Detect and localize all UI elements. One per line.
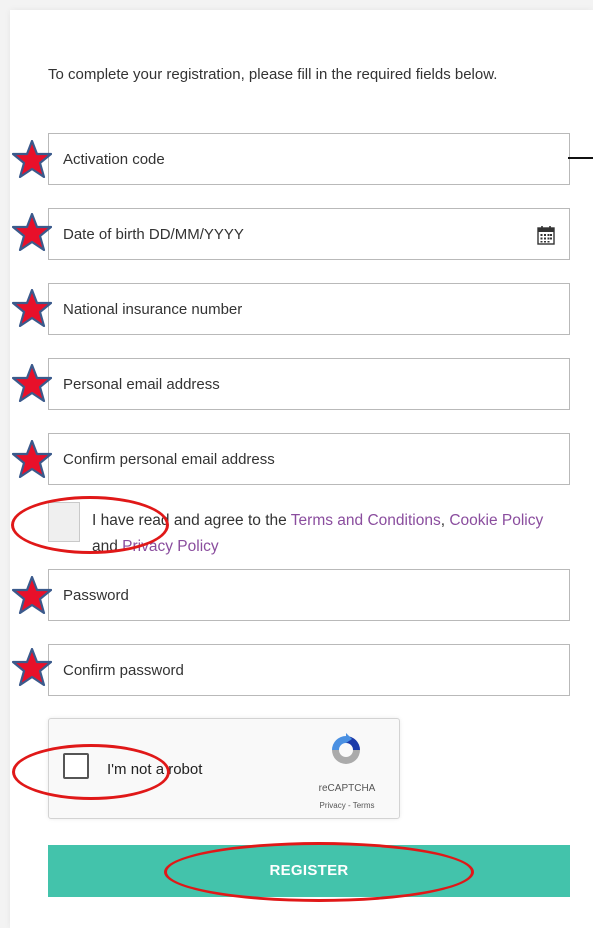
required-star-icon xyxy=(12,213,52,251)
email-field[interactable] xyxy=(48,358,570,410)
national-insurance-input[interactable] xyxy=(49,283,569,335)
terms-link[interactable]: Terms and Conditions xyxy=(291,512,441,529)
required-star-icon xyxy=(12,440,52,478)
recaptcha-checkbox[interactable] xyxy=(63,753,89,779)
consent-prefix: I have read and agree to the xyxy=(92,512,291,529)
required-star-icon xyxy=(12,364,52,402)
confirm-email-field[interactable] xyxy=(48,433,570,485)
required-star-icon xyxy=(12,140,52,178)
consent-and: and xyxy=(92,538,123,555)
intro-text: To complete your registration, please fi… xyxy=(48,66,498,83)
recaptcha-brand: reCAPTCHA xyxy=(318,783,376,794)
register-label: REGISTER xyxy=(269,862,349,879)
required-star-icon xyxy=(12,576,52,614)
recaptcha-widget: I'm not a robot reCAPTCHA Privacy - Term… xyxy=(48,718,400,819)
national-insurance-field[interactable] xyxy=(48,283,570,335)
required-star-icon xyxy=(12,289,52,327)
confirm-password-field[interactable] xyxy=(48,644,570,696)
privacy-policy-link[interactable]: Privacy Policy xyxy=(122,538,218,555)
date-of-birth-field[interactable] xyxy=(48,208,570,260)
annotation-pointer-line xyxy=(568,157,593,159)
cookie-policy-link[interactable]: Cookie Policy xyxy=(449,512,543,529)
confirm-password-input[interactable] xyxy=(49,644,569,696)
recaptcha-label: I'm not a robot xyxy=(107,761,203,778)
recaptcha-logo-icon xyxy=(332,733,360,764)
recaptcha-links[interactable]: Privacy - Terms xyxy=(299,801,395,810)
password-field[interactable] xyxy=(48,569,570,621)
date-of-birth-input[interactable] xyxy=(49,208,569,260)
confirm-email-input[interactable] xyxy=(49,433,569,485)
activation-code-field[interactable] xyxy=(48,133,570,185)
terms-checkbox[interactable] xyxy=(48,502,80,542)
password-input[interactable] xyxy=(49,569,569,621)
required-star-icon xyxy=(12,648,52,686)
terms-consent-text: I have read and agree to the Terms and C… xyxy=(92,508,572,560)
register-button[interactable]: REGISTER xyxy=(48,845,570,897)
email-input[interactable] xyxy=(49,358,569,410)
activation-code-input[interactable] xyxy=(49,133,569,185)
calendar-icon[interactable] xyxy=(537,225,555,245)
